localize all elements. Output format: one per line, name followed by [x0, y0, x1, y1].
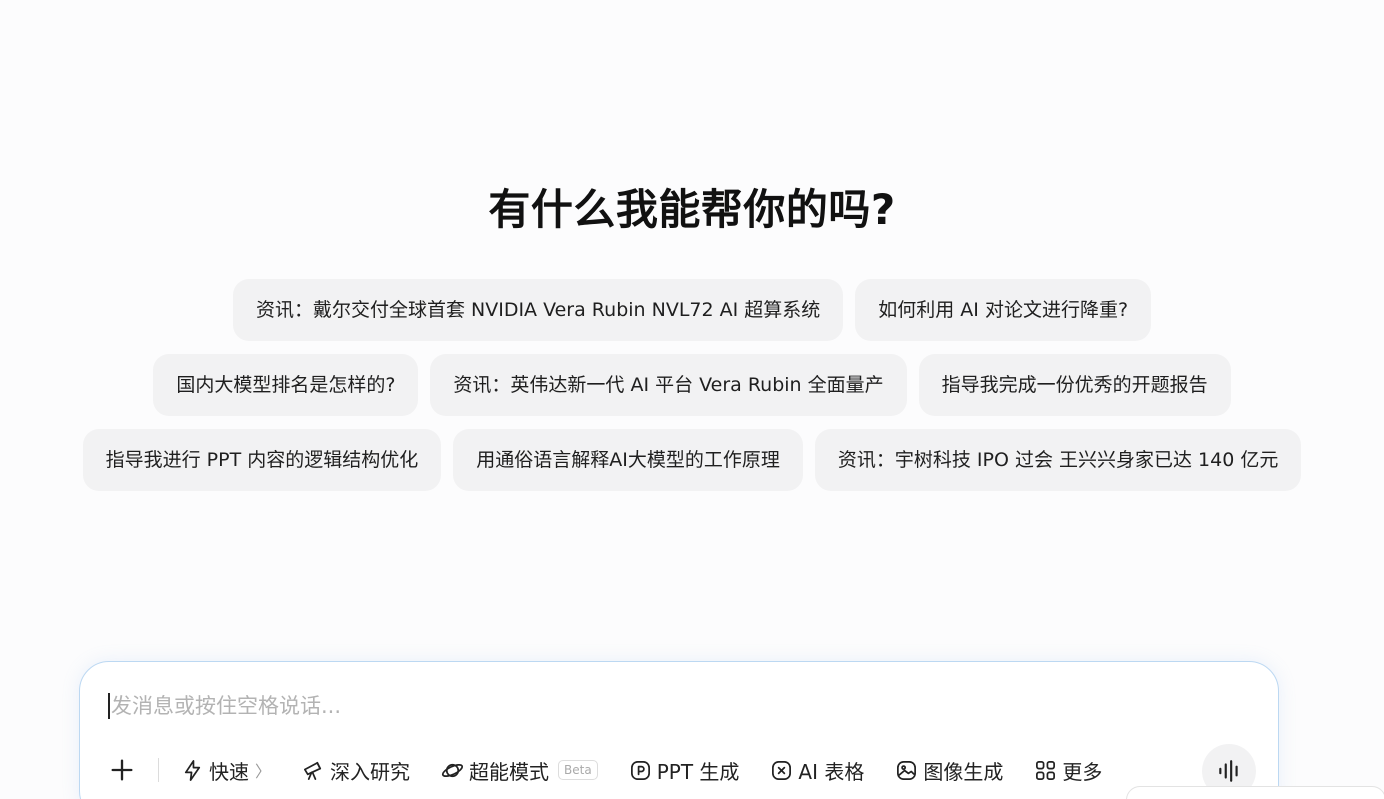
- sheet-icon: [772, 760, 792, 780]
- message-input-area[interactable]: [108, 690, 1208, 722]
- suggestion-chip[interactable]: 资讯：宇树科技 IPO 过会 王兴兴身家已达 140 亿元: [814, 429, 1302, 491]
- suggestion-chip[interactable]: 用通俗语言解释AI大模型的工作原理: [453, 429, 803, 491]
- suggestion-chip[interactable]: 指导我完成一份优秀的开题报告: [918, 354, 1231, 416]
- page: 有什么我能帮你的吗? 资讯：戴尔交付全球首套 NVIDIA Vera Rubin…: [0, 0, 1384, 799]
- beta-badge: Beta: [558, 760, 598, 780]
- message-composer: 快速 〉 深入研究 超能模式 Beta: [79, 661, 1279, 799]
- more-tools-label: 更多: [1062, 759, 1103, 784]
- text-caret: [108, 693, 110, 719]
- deep-research-label: 深入研究: [330, 759, 411, 784]
- ppt-icon: [630, 760, 650, 780]
- grid-icon: [1036, 760, 1056, 780]
- super-mode-button[interactable]: 超能模式 Beta: [441, 756, 598, 785]
- image-icon: [897, 760, 917, 780]
- image-generate-button[interactable]: 图像生成: [895, 756, 1003, 785]
- toolbar-divider: [158, 758, 159, 782]
- deep-research-button[interactable]: 深入研究: [302, 756, 410, 785]
- suggestion-chip[interactable]: 资讯：英伟达新一代 AI 平台 Vera Rubin 全面量产: [430, 354, 907, 416]
- suggestion-row: 国内大模型排名是怎样的? 资讯：英伟达新一代 AI 平台 Vera Rubin …: [0, 354, 1384, 416]
- page-title: 有什么我能帮你的吗?: [488, 185, 896, 234]
- suggestion-chip[interactable]: 资讯：戴尔交付全球首套 NVIDIA Vera Rubin NVL72 AI 超…: [232, 279, 844, 341]
- message-input[interactable]: [111, 694, 1111, 718]
- suggestion-row: 指导我进行 PPT 内容的逻辑结构优化 用通俗语言解释AI大模型的工作原理 资讯…: [0, 429, 1384, 491]
- suggestion-row: 资讯：戴尔交付全球首套 NVIDIA Vera Rubin NVL72 AI 超…: [0, 279, 1384, 341]
- ppt-generate-label: PPT 生成: [656, 759, 740, 784]
- voice-wave-icon: [1219, 760, 1238, 782]
- add-attachment-button[interactable]: [108, 756, 136, 784]
- more-tools-button[interactable]: 更多: [1034, 756, 1102, 785]
- super-mode-label: 超能模式: [469, 759, 550, 784]
- fast-mode-button[interactable]: 快速 〉: [181, 756, 271, 785]
- lightning-icon: [184, 759, 201, 781]
- planet-icon: [441, 763, 464, 777]
- suggestion-chip[interactable]: 指导我进行 PPT 内容的逻辑结构优化: [82, 429, 442, 491]
- ai-sheet-button[interactable]: AI 表格: [770, 756, 864, 785]
- image-generate-label: 图像生成: [923, 759, 1004, 784]
- composer-toolbar: 快速 〉 深入研究 超能模式 Beta PPT 生成 AI 表格 图像生成 更多: [108, 751, 1133, 789]
- telescope-icon: [304, 761, 322, 780]
- floating-widget[interactable]: [1126, 786, 1384, 799]
- suggestion-chip[interactable]: 国内大模型排名是怎样的?: [153, 354, 419, 416]
- ppt-generate-button[interactable]: PPT 生成: [629, 756, 740, 785]
- fast-mode-label: 快速: [209, 759, 249, 784]
- ai-sheet-label: AI 表格: [798, 759, 865, 784]
- chevron-right-icon: 〉: [255, 762, 272, 781]
- plus-icon: [111, 759, 133, 781]
- suggestion-chip[interactable]: 如何利用 AI 对论文进行降重?: [855, 279, 1152, 341]
